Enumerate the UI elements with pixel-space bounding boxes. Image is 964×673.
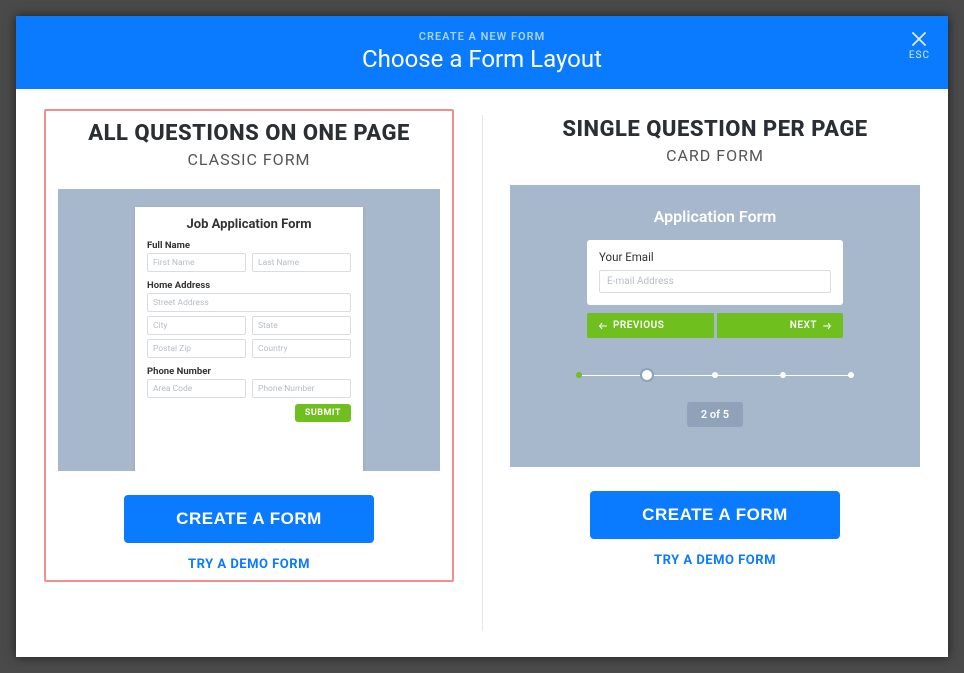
progress-dot-5 [848,372,854,378]
progress-dot-2 [640,368,654,382]
close-icon [910,30,928,48]
classic-subtitle: CLASSIC FORM [187,150,310,169]
first-name-placeholder: First Name [147,253,246,272]
previous-label: PREVIOUS [613,320,664,331]
card-subtitle: CARD FORM [666,146,764,165]
full-name-label: Full Name [147,240,351,251]
home-address-label: Home Address [147,280,351,291]
demo-classic-link[interactable]: TRY A DEMO FORM [188,557,310,572]
state-placeholder: State [252,316,351,335]
street-placeholder: Street Address [147,293,351,312]
create-card-button[interactable]: CREATE A FORM [590,491,840,539]
card-nav-row: PREVIOUS NEXT [587,313,843,338]
classic-title: ALL QUESTIONS ON ONE PAGE [88,121,410,146]
card-preview: Application Form Your Email E-mail Addre… [510,185,920,467]
area-code-placeholder: Area Code [147,379,246,398]
header-title: Choose a Form Layout [34,45,930,73]
arrow-left-icon [597,321,609,331]
progress-dot-1 [576,372,582,378]
vertical-divider [482,115,483,631]
submit-mini-label: SUBMIT [295,404,351,422]
card-question-placeholder: E-mail Address [599,270,831,293]
card-title: SINGLE QUESTION PER PAGE [562,117,867,142]
close-button[interactable]: ESC [909,30,930,61]
classic-preview-title: Job Application Form [147,217,351,232]
create-classic-button[interactable]: CREATE A FORM [124,495,374,543]
modal-body: ALL QUESTIONS ON ONE PAGE CLASSIC FORM J… [16,89,948,657]
header-eyebrow: CREATE A NEW FORM [34,30,930,43]
last-name-placeholder: Last Name [252,253,351,272]
new-form-modal: CREATE A NEW FORM Choose a Form Layout E… [16,16,948,657]
close-label: ESC [909,50,930,61]
option-classic-form[interactable]: ALL QUESTIONS ON ONE PAGE CLASSIC FORM J… [16,115,482,629]
card-preview-title: Application Form [567,207,863,226]
step-indicator: 2 of 5 [687,402,743,427]
progress-track [579,368,851,382]
card-preview-inner: Application Form Your Email E-mail Addre… [567,207,863,427]
next-label: NEXT [790,320,817,331]
modal-header: CREATE A NEW FORM Choose a Form Layout E… [16,16,948,89]
demo-card-link[interactable]: TRY A DEMO FORM [654,553,776,568]
option-card-form[interactable]: SINGLE QUESTION PER PAGE CARD FORM Appli… [482,113,948,631]
city-placeholder: City [147,316,246,335]
progress-dot-3 [712,372,718,378]
card-question: Your Email E-mail Address [587,240,843,305]
arrow-right-icon [821,321,833,331]
classic-preview: Job Application Form Full Name First Nam… [58,189,440,471]
classic-preview-card: Job Application Form Full Name First Nam… [135,207,363,471]
phone-number-placeholder: Phone Number [252,379,351,398]
progress-dot-4 [780,372,786,378]
next-button-mini: NEXT [717,313,844,338]
postal-placeholder: Postal Zip [147,339,246,358]
phone-label: Phone Number [147,366,351,377]
card-question-label: Your Email [599,250,831,264]
country-placeholder: Country [252,339,351,358]
previous-button-mini: PREVIOUS [587,313,714,338]
